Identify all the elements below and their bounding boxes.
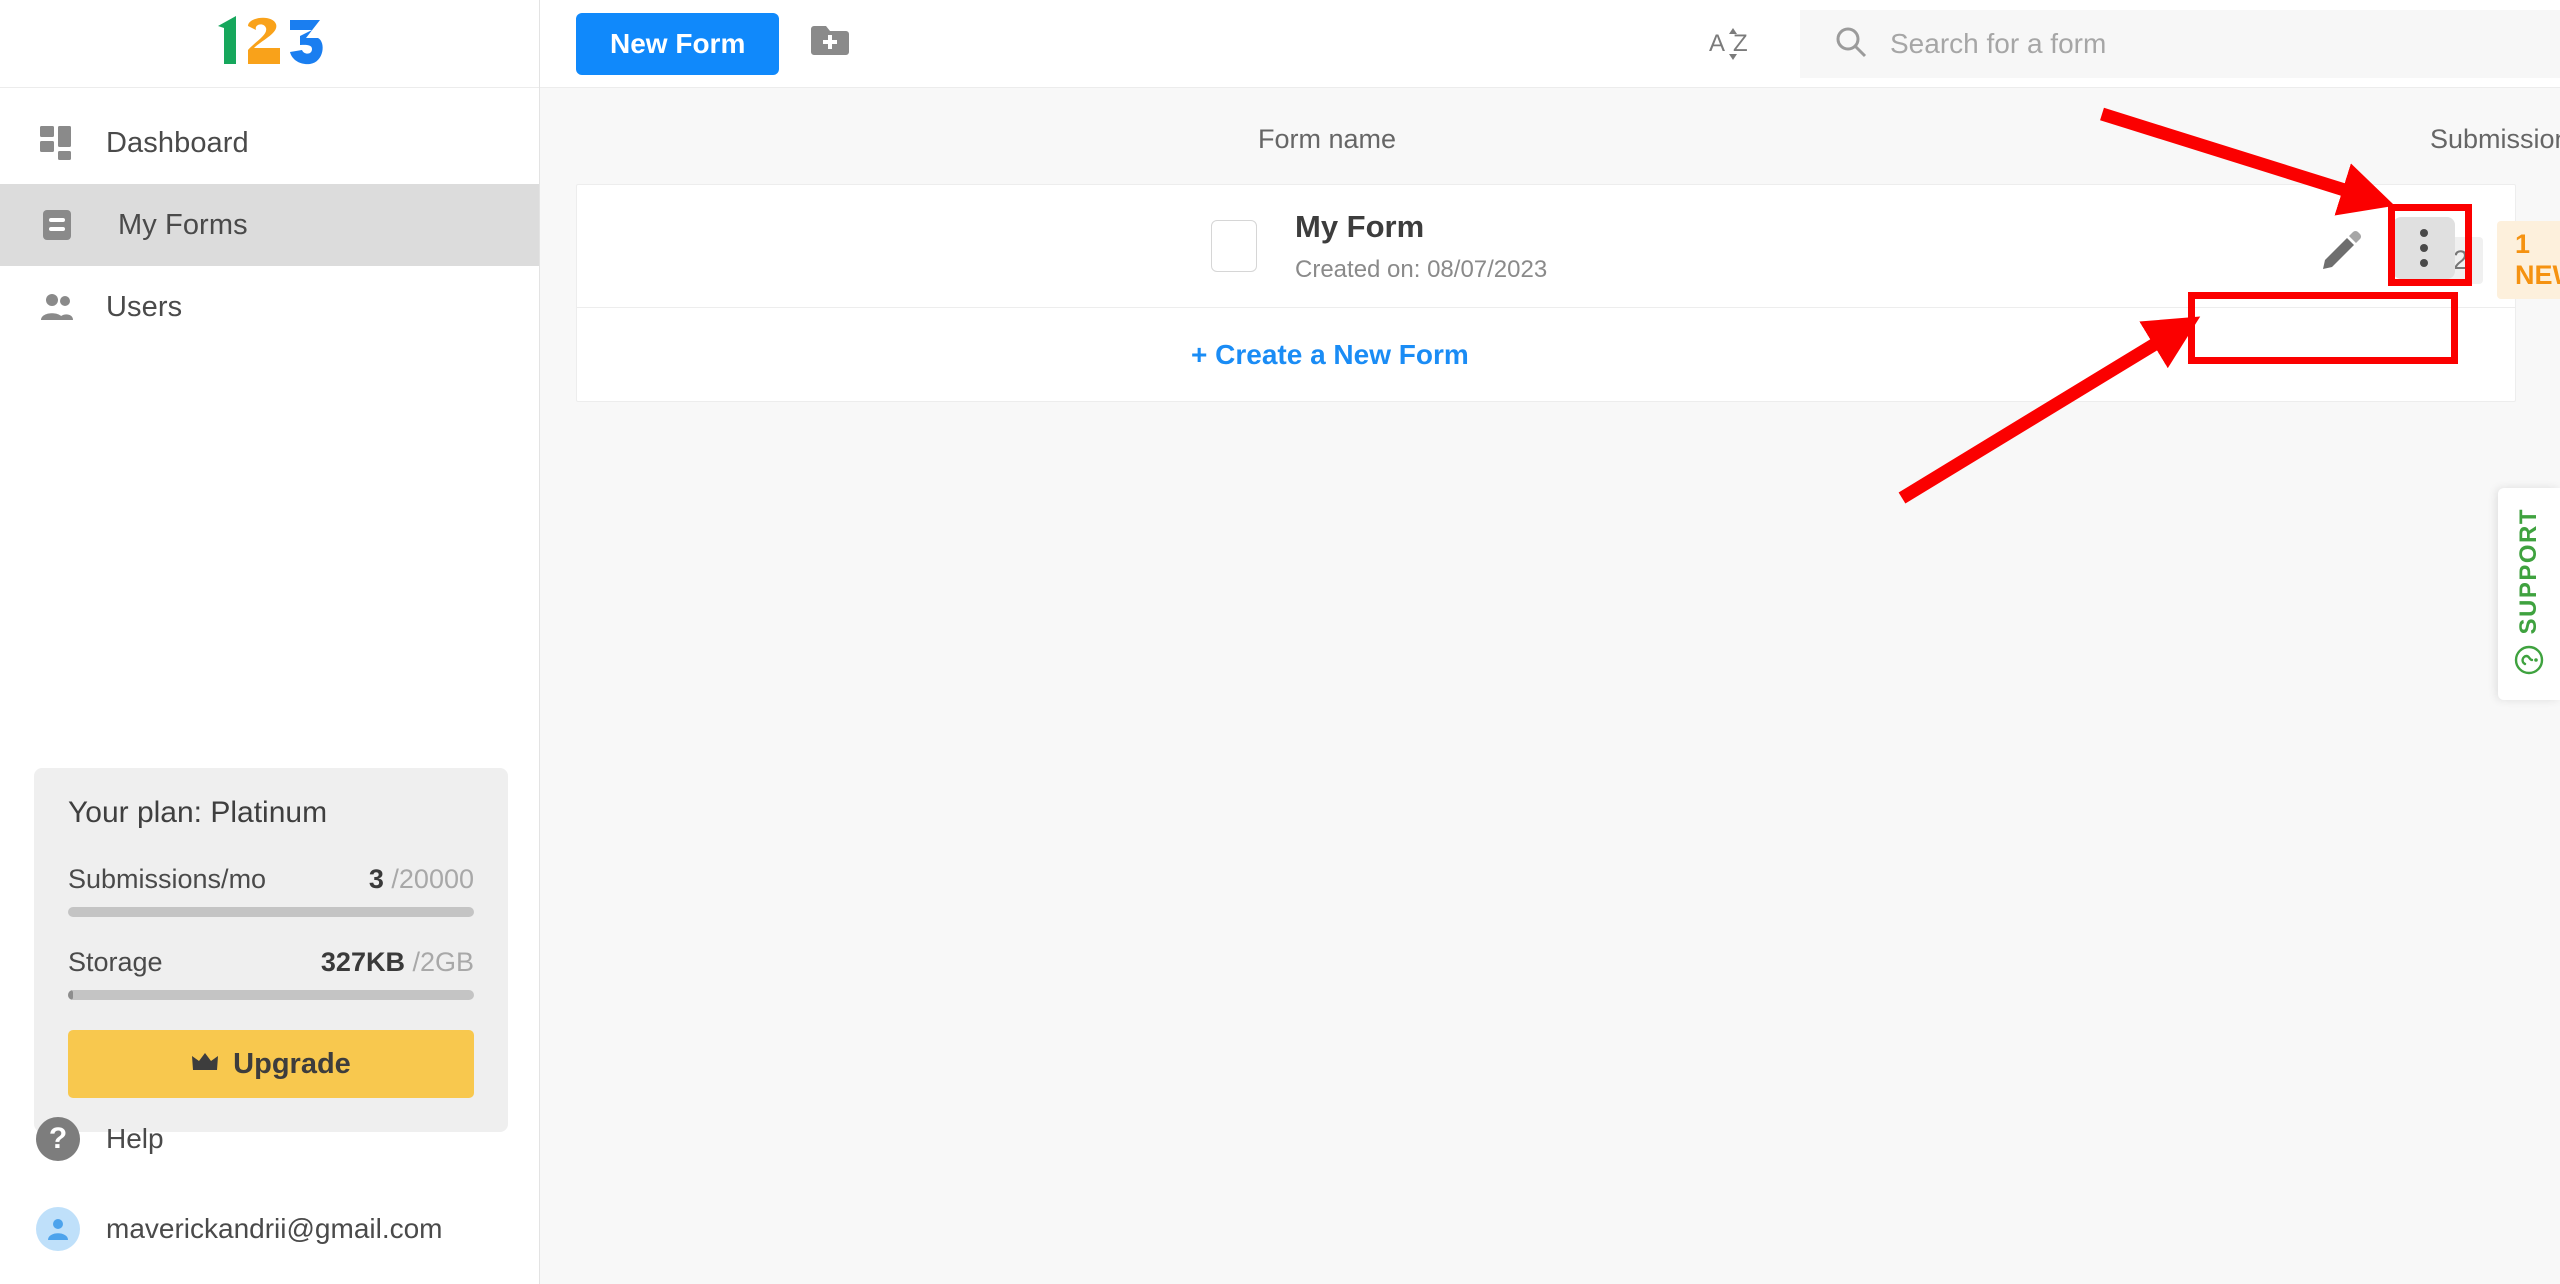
upgrade-button-label: Upgrade — [233, 1047, 351, 1080]
sidebar: Dashboard My Forms Users Your plan: Plat… — [0, 0, 540, 1284]
support-label: SUPPORT — [2515, 508, 2542, 635]
list-column-headers: Form name Submissions — [540, 88, 2560, 184]
sidebar-item-my-forms[interactable]: My Forms — [0, 184, 539, 266]
help-link[interactable]: ? Help — [36, 1117, 164, 1161]
main-content: New Form A Z Search for a form Form name… — [540, 0, 2560, 1284]
new-form-button[interactable]: New Form — [576, 12, 780, 75]
form-created-date: Created on: 08/07/2023 — [1295, 255, 1548, 283]
toolbar: New Form A Z — [540, 0, 2560, 88]
plan-card: Your plan: Platinum Submissions/mo 3 /20… — [34, 768, 508, 1132]
sort-az-icon: A Z — [1707, 21, 1759, 70]
folder-plus-icon — [809, 23, 851, 64]
sidebar-item-users[interactable]: Users — [0, 266, 539, 348]
form-meta: My Form Created on: 08/07/2023 — [1295, 208, 1547, 283]
new-submissions-badge[interactable]: 1 NEW — [2497, 221, 2560, 299]
question-circle-icon — [2514, 645, 2544, 680]
submissions-meter-label: Submissions/mo — [68, 864, 267, 894]
submissions-meter-row: Submissions/mo 3 /20000 — [68, 864, 474, 895]
support-tab[interactable]: SUPPORT — [2498, 488, 2560, 700]
forms-list-icon — [36, 204, 78, 246]
create-new-form-link[interactable]: + Create a New Form — [1191, 339, 1469, 371]
sidebar-nav: Dashboard My Forms Users — [0, 88, 539, 348]
account-link[interactable]: maverickandrii@gmail.com — [36, 1207, 443, 1251]
column-header-form-name: Form name — [1258, 124, 1397, 154]
submissions-meter-bar — [68, 907, 474, 917]
sort-az-button[interactable]: A Z — [1706, 22, 1760, 68]
123-formbuilder-logo[interactable] — [214, 15, 326, 68]
search-icon — [1834, 25, 1868, 64]
account-email: maverickandrii@gmail.com — [106, 1213, 443, 1244]
sidebar-item-label: My Forms — [118, 208, 248, 241]
plan-title: Your plan: Platinum — [68, 796, 328, 829]
forms-card: My Form Created on: 08/07/2023 2 1 NEW — [576, 184, 2560, 402]
new-folder-button[interactable] — [807, 21, 853, 67]
avatar-icon — [36, 1207, 80, 1251]
storage-meter-bar — [68, 990, 474, 1000]
crown-icon — [191, 1048, 219, 1081]
sidebar-item-label: Dashboard — [106, 126, 249, 159]
storage-meter-row: Storage 327KB /2GB — [68, 947, 474, 978]
dashboard-grid-icon — [36, 122, 78, 164]
storage-meter-label: Storage — [68, 947, 163, 977]
upgrade-button[interactable]: Upgrade — [68, 1030, 474, 1098]
row-checkbox[interactable] — [1211, 220, 1257, 272]
logo-container — [0, 0, 539, 88]
table-row[interactable]: My Form Created on: 08/07/2023 2 1 NEW — [577, 185, 2560, 307]
create-new-form-row[interactable]: + Create a New Form — [577, 307, 2515, 401]
kebab-menu-icon[interactable] — [2393, 217, 2455, 279]
form-name[interactable]: My Form — [1295, 208, 1547, 245]
submissions-meter-value: 3 /20000 — [368, 864, 474, 894]
svg-text:A: A — [1709, 30, 1725, 57]
storage-meter-value: 327KB /2GB — [320, 947, 474, 977]
sidebar-item-dashboard[interactable]: Dashboard — [0, 102, 539, 184]
search-box[interactable] — [1800, 10, 2560, 78]
users-icon — [36, 286, 78, 328]
column-header-submissions: Submissions — [2430, 124, 2560, 154]
pencil-icon — [2319, 230, 2363, 275]
search-input[interactable] — [1890, 28, 2510, 60]
question-mark-icon: ? — [36, 1117, 80, 1161]
svg-text:Z: Z — [1733, 30, 1748, 57]
app-root: Dashboard My Forms Users Your plan: Plat… — [0, 0, 2560, 1284]
sidebar-item-label: Users — [106, 290, 183, 323]
edit-form-button[interactable] — [2319, 227, 2363, 271]
help-label: Help — [106, 1123, 164, 1154]
